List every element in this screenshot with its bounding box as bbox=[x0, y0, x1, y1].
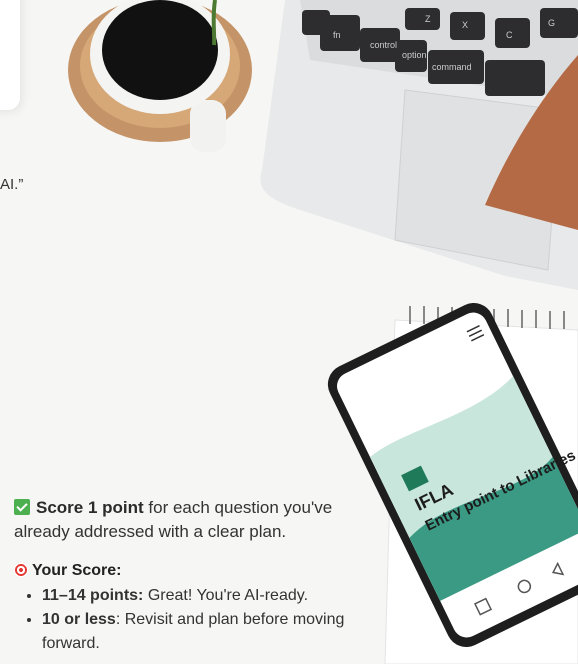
score-tier: 11–14 points: Great! You're AI-ready. bbox=[42, 584, 374, 608]
score-point-bold: Score 1 point bbox=[36, 498, 144, 517]
content-card-edge bbox=[0, 0, 20, 110]
tier-desc: Great! You're AI-ready. bbox=[143, 587, 309, 604]
score-tiers: 11–14 points: Great! You're AI-ready. 10… bbox=[14, 584, 374, 656]
your-score-heading: Your Score: bbox=[14, 562, 374, 580]
key-command: command bbox=[432, 62, 472, 72]
key-g: G bbox=[548, 18, 555, 28]
coffee-cup-icon bbox=[68, 0, 252, 152]
scoring-section: Score 1 point for each question you've a… bbox=[14, 496, 374, 656]
tier-range: 10 or less bbox=[42, 611, 116, 628]
target-icon bbox=[14, 563, 28, 577]
check-icon bbox=[14, 499, 30, 515]
key-option: option bbox=[402, 50, 427, 60]
key-z: Z bbox=[425, 14, 431, 24]
score-instruction: Score 1 point for each question you've a… bbox=[14, 496, 374, 544]
your-score-label: Your Score: bbox=[32, 562, 122, 579]
key-fn: fn bbox=[333, 30, 341, 40]
key-x: X bbox=[462, 20, 468, 30]
quote-fragment: AI.” bbox=[0, 176, 24, 193]
key-c: C bbox=[506, 30, 513, 40]
tier-range: 11–14 points: bbox=[42, 587, 144, 604]
key-control: control bbox=[370, 40, 397, 50]
score-tier: 10 or less: Revisit and plan before movi… bbox=[42, 608, 374, 656]
